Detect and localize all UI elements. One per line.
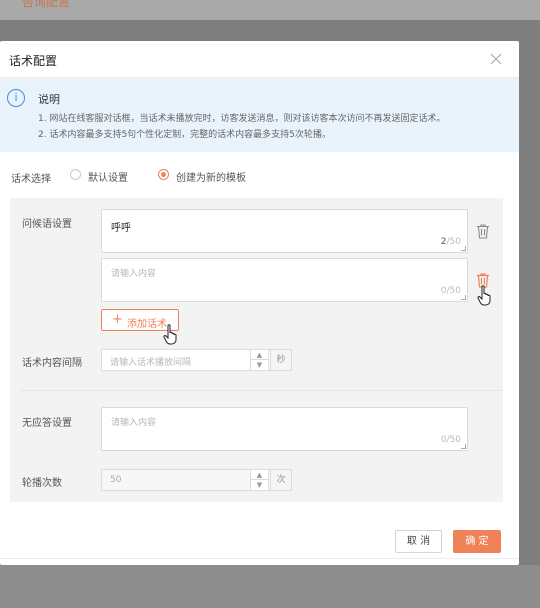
interval-label: 话术内容间隔 <box>22 358 82 369</box>
greeting-input-1[interactable]: 呼呼 2/50 <box>101 209 468 253</box>
rotation-value: 50 <box>110 475 122 485</box>
greeting-input-2[interactable]: 请输入内容 0/50 <box>101 258 468 302</box>
notice-line-2: 2. 话术内容最多支持5句个性化定制，完整的话术内容最多支持5次轮播。 <box>38 130 331 140</box>
section-divider <box>20 390 503 391</box>
dialog-title: 话术配置 <box>9 54 58 68</box>
notice-line-1: 1. 网站在线客服对话框，当话术未播放完时，访客发送消息，则对该访客本次访问不再… <box>38 114 446 124</box>
backdrop-title: 咨询配置 <box>22 0 71 9</box>
rotation-unit: 次 <box>270 469 292 491</box>
no-reply-placeholder: 请输入内容 <box>111 418 157 428</box>
info-icon: i <box>7 89 25 107</box>
no-reply-input[interactable]: 请输入内容 0/50 <box>101 407 468 451</box>
add-script-label: 添加话术 <box>127 319 167 330</box>
no-reply-label: 无应答设置 <box>22 418 72 429</box>
backdrop-bottom <box>0 565 540 608</box>
chevron-down-icon[interactable]: ▼ <box>251 480 268 490</box>
rotation-input[interactable]: 50 ▲ ▼ <box>101 469 271 491</box>
hand-cursor-icon <box>477 285 495 307</box>
rotation-stepper[interactable]: ▲ ▼ <box>250 469 269 491</box>
close-icon[interactable] <box>488 51 504 67</box>
resize-handle[interactable] <box>461 295 466 300</box>
confirm-button[interactable]: 确 定 <box>453 530 501 553</box>
backdrop-header: 咨询配置 <box>0 0 540 20</box>
greeting-placeholder: 请输入内容 <box>111 269 157 279</box>
interval-placeholder: 请输入话术播放间隔 <box>110 358 192 368</box>
resize-handle[interactable] <box>461 246 466 251</box>
resize-handle[interactable] <box>461 444 466 449</box>
radio-circle-checked <box>158 169 169 180</box>
rotation-label: 轮播次数 <box>22 478 62 489</box>
greeting-label: 问候语设置 <box>22 219 72 230</box>
chevron-up-icon[interactable]: ▲ <box>251 470 268 480</box>
interval-stepper[interactable]: ▲ ▼ <box>250 349 269 371</box>
chevron-up-icon[interactable]: ▲ <box>251 350 268 360</box>
interval-unit: 秒 <box>270 349 292 371</box>
cancel-button[interactable]: 取 消 <box>395 530 442 553</box>
greeting-value: 呼呼 <box>111 223 131 234</box>
radio-new-template-label: 创建为新的模板 <box>176 173 246 184</box>
chevron-down-icon[interactable]: ▼ <box>251 360 268 370</box>
radio-circle <box>70 169 81 180</box>
radio-default-label: 默认设置 <box>88 173 128 184</box>
notice-box: i 说明 1. 网站在线客服对话框，当话术未播放完时，访客发送消息，则对该访客本… <box>0 78 519 152</box>
char-counter: 0/50 <box>440 286 461 296</box>
notice-title: 说明 <box>38 93 60 106</box>
char-counter: 2/50 <box>440 237 461 247</box>
radio-new-template[interactable]: 创建为新的模板 <box>158 168 258 184</box>
hand-cursor-icon <box>163 324 181 346</box>
char-counter: 0/50 <box>440 435 461 445</box>
plus-icon: + <box>112 312 123 327</box>
delete-icon[interactable] <box>476 223 490 239</box>
interval-input[interactable]: 请输入话术播放间隔 ▲ ▼ <box>101 349 271 371</box>
dialog-header: 话术配置 <box>0 41 519 78</box>
radio-default[interactable]: 默认设置 <box>70 168 140 184</box>
footer-divider <box>0 558 519 559</box>
script-choice-label: 话术选择 <box>11 174 51 185</box>
